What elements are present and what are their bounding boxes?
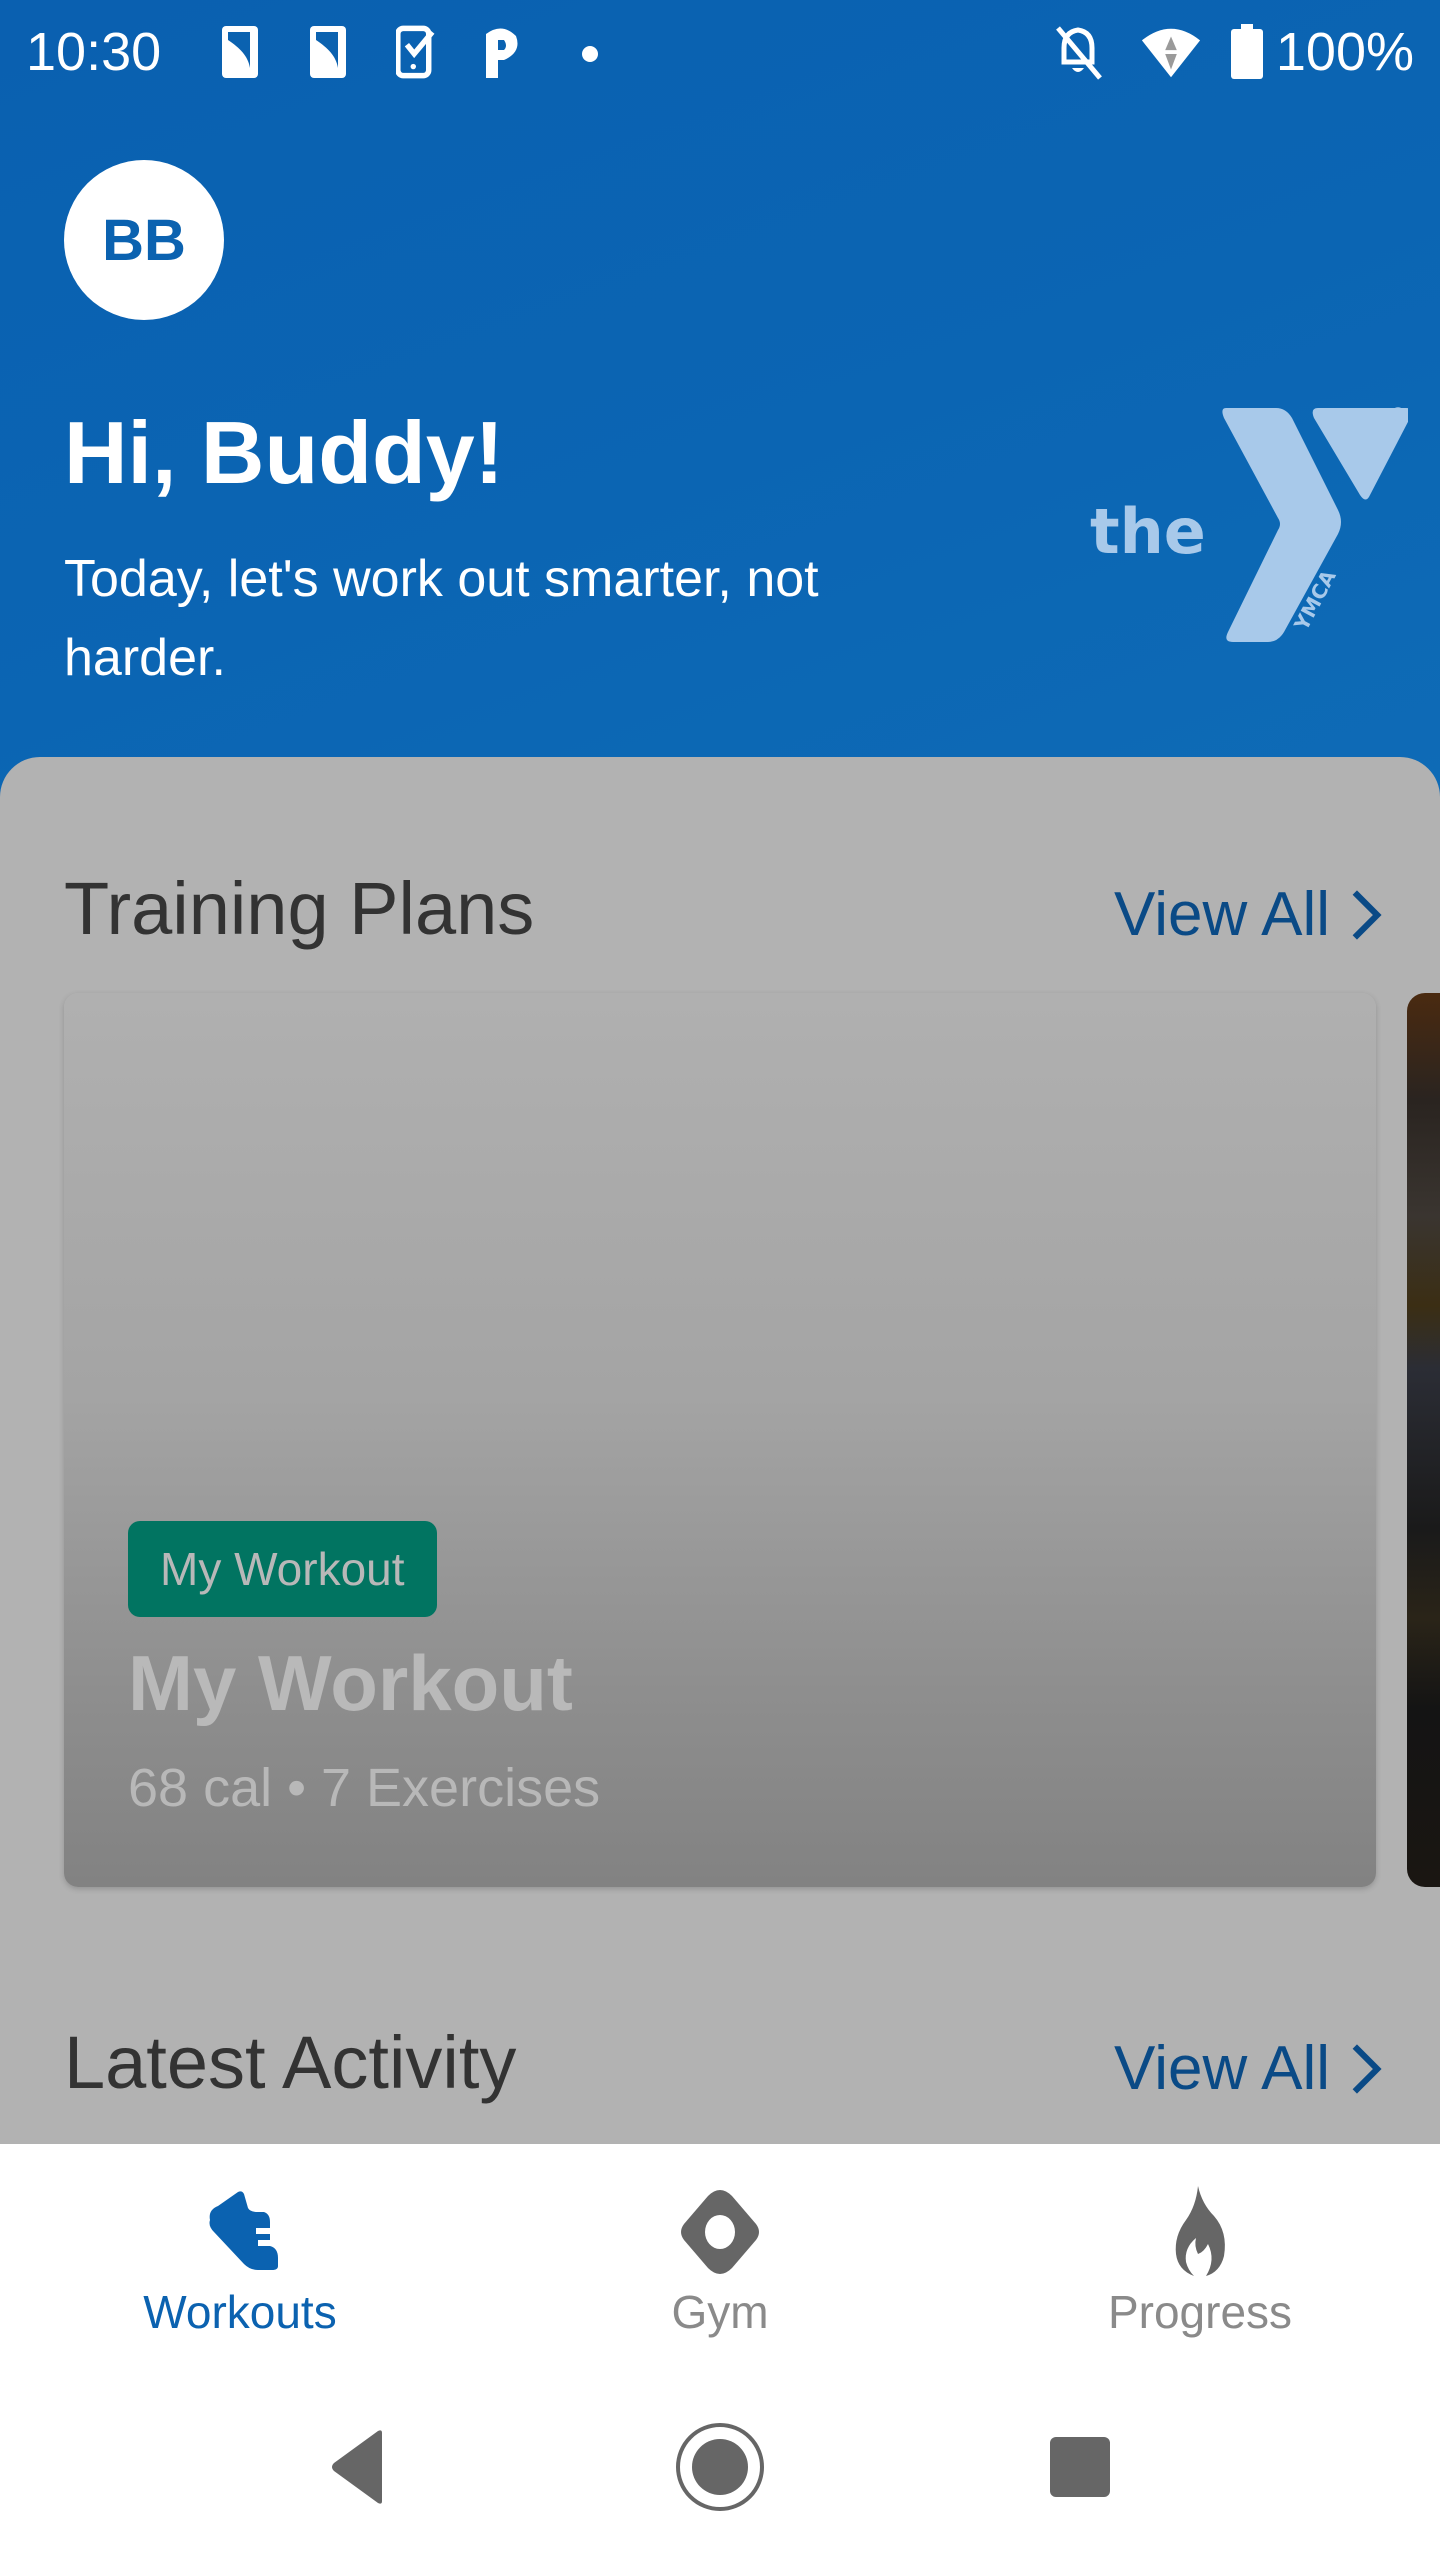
ymca-logo: the R YMCA [1090,407,1408,642]
training-plans-title: Training Plans [64,867,535,950]
sim-card-icon [310,26,346,78]
chevron-right-icon [1352,890,1382,940]
header: 10:30 100% BB Hi, Buddy! Today, let's wo… [0,0,1440,800]
greeting-subtitle: Today, let's work out smarter, not harde… [64,550,819,687]
nav-item-workouts[interactable]: Workouts [0,2144,480,2362]
back-icon[interactable] [310,2417,410,2517]
nav-item-gym[interactable]: Gym [480,2144,960,2362]
training-plan-card-next[interactable] [1407,993,1440,1887]
plan-meta: 68 cal • 7 Exercises [128,1758,601,1818]
battery-percent: 100% [1275,22,1414,82]
location-diamond-icon [681,2190,759,2274]
status-time: 10:30 [26,22,162,82]
phone-check-icon [396,25,435,79]
latest-activity-view-all-link[interactable]: View All [1114,2024,1384,2114]
training-plan-card[interactable]: My Workout My Workout 68 cal • 7 Exercis… [64,993,1376,1887]
plan-title: My Workout [128,1639,573,1727]
system-nav-bar [0,2362,1440,2560]
notifications-off-icon [1056,26,1102,80]
view-all-label: View All [1114,880,1330,949]
avatar[interactable]: BB [64,160,224,320]
svg-text:R: R [1395,411,1400,419]
home-icon[interactable] [670,2417,770,2517]
sim-card-icon [222,26,258,78]
chevron-right-icon [1352,2044,1382,2094]
battery-full-icon [1231,24,1263,79]
parking-icon [486,28,518,78]
nav-label: Workouts [143,2286,337,2338]
flame-icon [1175,2186,1225,2276]
recents-icon[interactable] [1030,2417,1130,2517]
dot-icon [582,46,598,62]
nav-label: Gym [671,2286,769,2338]
logo-the-text: the [1090,495,1206,568]
bottom-nav: Workouts Gym Progress [0,2144,1440,2362]
plan-badge: My Workout [128,1521,437,1617]
nav-item-progress[interactable]: Progress [960,2144,1440,2362]
status-bar: 10:30 100% [0,0,1440,110]
shoe-icon [209,2191,278,2270]
greeting-title: Hi, Buddy! [64,403,504,502]
nav-label: Progress [1107,2286,1293,2338]
training-plans-view-all-link[interactable]: View All [1114,870,1384,960]
view-all-label: View All [1114,2034,1330,2103]
latest-activity-title: Latest Activity [64,2021,517,2104]
wifi-icon [1141,28,1201,78]
